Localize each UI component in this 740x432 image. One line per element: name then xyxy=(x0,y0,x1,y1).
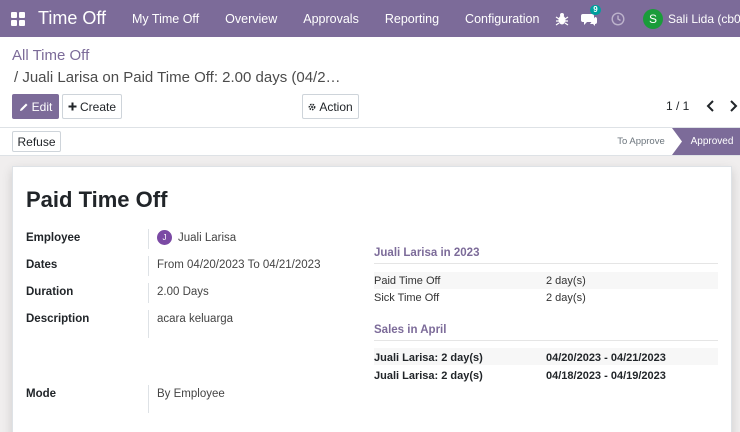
edit-button[interactable]: Edit xyxy=(12,94,59,119)
dates-label: Dates xyxy=(26,259,58,271)
employee-value: Juali Larisa xyxy=(178,232,237,244)
menu-approvals[interactable]: Approvals xyxy=(290,12,372,26)
summary-row-days: 2 day(s) xyxy=(546,275,586,287)
employee-label: Employee xyxy=(26,232,81,244)
summary-divider xyxy=(374,263,718,264)
summary-department-title: Sales in April xyxy=(374,324,447,336)
pager-value[interactable]: 1 / 1 xyxy=(666,99,689,113)
action-button[interactable]: Action xyxy=(302,94,359,119)
stage-to-approve[interactable]: To Approve xyxy=(606,128,676,155)
plus-icon xyxy=(68,102,77,111)
description-label: Description xyxy=(26,313,90,325)
summary-row-who: Juali Larisa: 2 day(s) xyxy=(374,352,483,364)
menu-my-time-off[interactable]: My Time Off xyxy=(119,12,212,26)
app-brand[interactable]: Time Off xyxy=(38,8,106,29)
user-name[interactable]: Sali Lida (cb08 xyxy=(668,12,740,26)
summary-row-days: 2 day(s) xyxy=(546,292,586,304)
chat-count-badge: 9 xyxy=(590,4,601,15)
summary-row-range: 04/18/2023 - 04/19/2023 xyxy=(546,370,666,382)
user-avatar[interactable]: S xyxy=(643,8,663,29)
create-button[interactable]: Create xyxy=(62,94,122,119)
status-bar: Refuse To Approve Approved xyxy=(0,128,740,156)
apps-menu-icon[interactable] xyxy=(11,11,25,26)
menu-reporting[interactable]: Reporting xyxy=(372,12,452,26)
summary-row-who: Juali Larisa: 2 day(s) xyxy=(374,370,483,382)
summary-row-type: Sick Time Off xyxy=(374,292,440,304)
breadcrumb-current: / Juali Larisa on Paid Time Off: 2.00 da… xyxy=(14,69,341,86)
chevron-left-icon[interactable] xyxy=(706,100,716,112)
summary-row-range: 04/20/2023 - 04/21/2023 xyxy=(546,352,666,364)
navbar-systray: 9 S Sali Lida (cb08 xyxy=(555,0,740,37)
summary-divider xyxy=(374,340,718,341)
menu-overview[interactable]: Overview xyxy=(212,12,290,26)
messaging-menu[interactable]: 9 xyxy=(581,4,601,26)
action-button-label: Action xyxy=(319,99,353,114)
description-value: acara keluarga xyxy=(148,310,233,338)
bug-icon[interactable] xyxy=(555,12,569,26)
employee-avatar: J xyxy=(157,230,172,246)
refuse-button[interactable]: Refuse xyxy=(12,131,61,152)
chevron-right-icon[interactable] xyxy=(728,100,738,112)
menu-configuration[interactable]: Configuration xyxy=(452,12,552,26)
form-title: Paid Time Off xyxy=(26,187,168,212)
mode-label: Mode xyxy=(26,388,57,400)
summary-year-title: Juali Larisa in 2023 xyxy=(374,247,480,259)
dates-value: From 04/20/2023 To 04/21/2023 xyxy=(148,256,320,276)
mode-value: By Employee xyxy=(148,385,225,413)
top-navbar: Time Off My Time Off Overview Approvals … xyxy=(0,0,740,37)
breadcrumb-all-time-off[interactable]: All Time Off xyxy=(12,47,89,64)
duration-value: 2.00 Days xyxy=(148,283,209,303)
gear-icon xyxy=(308,103,316,110)
stage-approved[interactable]: Approved xyxy=(672,128,740,155)
pencil-icon xyxy=(19,103,28,111)
duration-label: Duration xyxy=(26,286,74,298)
activity-clock-icon[interactable] xyxy=(611,11,625,26)
summary-row-type: Paid Time Off xyxy=(374,275,441,287)
create-button-label: Create xyxy=(79,99,117,114)
edit-button-label: Edit xyxy=(31,99,53,114)
main-menu: My Time Off Overview Approvals Reporting… xyxy=(119,12,552,26)
form-sheet: Paid Time Off Employee J Juali Larisa Dat… xyxy=(12,166,732,432)
employee-field[interactable]: J Juali Larisa xyxy=(148,229,236,249)
control-panel: All Time Off / Juali Larisa on Paid Time… xyxy=(0,37,740,128)
